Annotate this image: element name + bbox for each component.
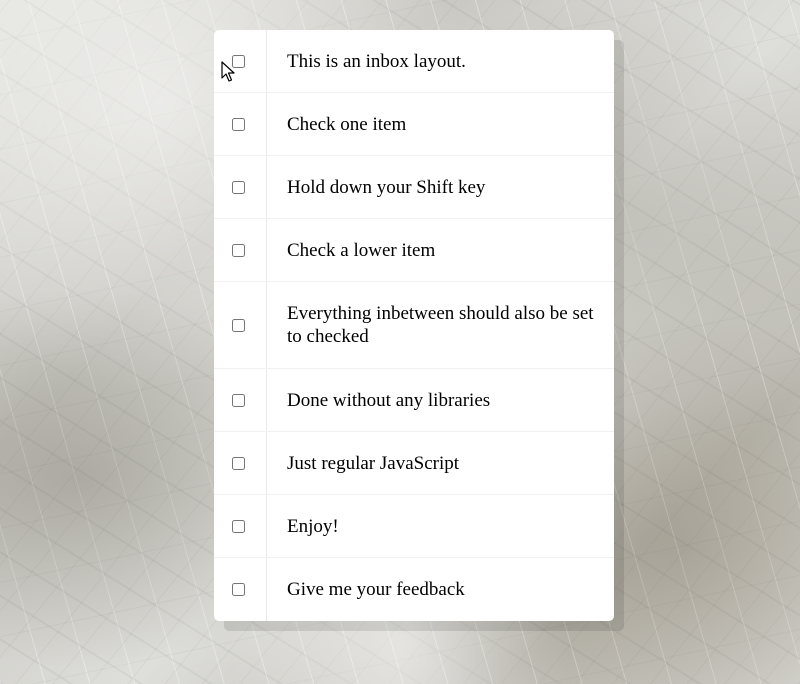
item-checkbox[interactable] <box>231 519 245 533</box>
item-checkbox[interactable] <box>231 583 245 596</box>
item-checkbox[interactable] <box>231 393 245 407</box>
item-label: Hold down your Shift key <box>287 176 486 198</box>
checkbox-cell <box>214 219 267 281</box>
inbox-item[interactable]: This is an inbox layout. <box>214 30 614 93</box>
item-label: Check one item <box>287 113 407 135</box>
checkbox-cell <box>214 282 267 368</box>
item-label: Enjoy! <box>287 515 339 537</box>
checkbox-cell <box>214 93 267 155</box>
item-label: Check a lower item <box>287 239 436 261</box>
item-label: Everything inbetween should also be set … <box>287 303 594 347</box>
item-label: Give me your feedback <box>287 579 465 600</box>
inbox-item[interactable]: Everything inbetween should also be set … <box>214 282 614 369</box>
item-checkbox[interactable] <box>231 456 245 470</box>
item-checkbox[interactable] <box>231 117 245 131</box>
item-label: This is an inbox layout. <box>287 50 466 72</box>
item-label: Done without any libraries <box>287 389 491 411</box>
checkbox-cell <box>214 432 267 494</box>
checkbox-cell <box>214 495 267 557</box>
inbox-item[interactable]: Check a lower item <box>214 219 614 282</box>
inbox-item[interactable]: Give me your feedback <box>214 558 614 621</box>
checkbox-cell <box>214 156 267 218</box>
inbox-list: This is an inbox layout. Check one item … <box>214 30 614 621</box>
inbox-item[interactable]: Hold down your Shift key <box>214 156 614 219</box>
item-checkbox[interactable] <box>231 243 245 257</box>
item-checkbox[interactable] <box>231 318 245 332</box>
mouse-pointer-icon <box>221 61 235 82</box>
inbox-item[interactable]: Just regular JavaScript <box>214 432 614 495</box>
item-label: Just regular JavaScript <box>287 452 460 474</box>
inbox-item[interactable]: Check one item <box>214 93 614 156</box>
checkbox-cell <box>214 369 267 431</box>
inbox-item[interactable]: Done without any libraries <box>214 369 614 432</box>
inbox-item[interactable]: Enjoy! <box>214 495 614 558</box>
item-checkbox[interactable] <box>231 180 245 194</box>
checkbox-cell <box>214 558 267 621</box>
